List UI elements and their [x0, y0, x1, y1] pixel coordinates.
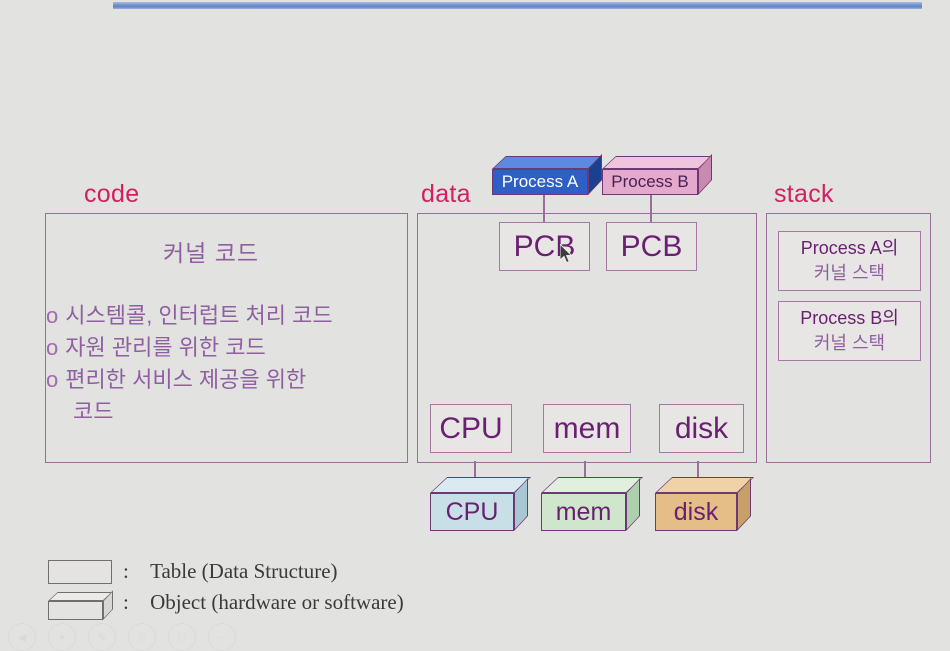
- pcb-box-a[interactable]: PCB: [499, 222, 590, 271]
- caption-stack: stack: [774, 180, 834, 208]
- bullet-text: 자원 관리를 위한 코드: [65, 335, 266, 360]
- bullet-marker: o: [46, 367, 59, 392]
- connector-process-a-pcb: [543, 195, 545, 222]
- bullet-text: 편리한 서비스 제공을 위한: [65, 367, 307, 392]
- cpu-object[interactable]: CPU: [430, 477, 532, 531]
- disk-object[interactable]: disk: [655, 477, 755, 531]
- connector-process-b-pcb: [650, 195, 652, 222]
- stack-item-line2: 커널 스택: [813, 333, 886, 353]
- bullet-marker: o: [46, 335, 59, 360]
- bullet-item: o 자원 관리를 위한 코드: [46, 332, 406, 364]
- bullet-text: 시스템콜, 인터럽트 처리 코드: [65, 303, 333, 328]
- caption-code: code: [84, 180, 140, 208]
- process-b-object[interactable]: Process B: [602, 153, 712, 195]
- legend-3d-front-face: [48, 601, 103, 620]
- more-icon[interactable]: ⋯: [208, 623, 236, 651]
- process-b-label: Process B: [602, 169, 698, 195]
- kernel-code-title: 커널 코드: [163, 240, 260, 266]
- stack-item-line1: Process B의: [800, 308, 899, 328]
- legend-label: Object (hardware or software): [150, 590, 404, 614]
- caption-data: data: [421, 180, 471, 208]
- legend-row-table: : Table (Data Structure): [123, 559, 338, 584]
- bullet-text-continued: 코드: [73, 399, 114, 424]
- bullet-marker: o: [46, 303, 59, 328]
- pen-icon[interactable]: ✎: [88, 623, 116, 651]
- disk-table[interactable]: disk: [659, 404, 744, 453]
- bullet-item: o 편리한 서비스 제공을 위한: [46, 364, 406, 396]
- bullet-item: o 시스템콜, 인터럽트 처리 코드: [46, 300, 406, 332]
- stack-item-process-b[interactable]: Process B의 커널 스택: [778, 301, 921, 361]
- legend-separator: :: [123, 590, 129, 614]
- cpu-table[interactable]: CPU: [430, 404, 512, 453]
- disk-object-label: disk: [655, 493, 737, 531]
- back-icon[interactable]: ◀: [8, 623, 36, 651]
- process-b-top-face: [602, 156, 712, 169]
- stack-item-process-a[interactable]: Process A의 커널 스택: [778, 231, 921, 291]
- legend-flat-shape-icon: [48, 560, 112, 584]
- mem-table[interactable]: mem: [543, 404, 631, 453]
- ghost-toolbar[interactable]: ◀ ✦ ✎ ☉ ⚇ ⋯: [0, 623, 950, 651]
- legend-row-object: : Object (hardware or software): [123, 590, 404, 615]
- legend-3d-shape-icon: [48, 590, 113, 620]
- process-a-object[interactable]: Process A: [492, 153, 602, 195]
- cpu-object-label: CPU: [430, 493, 514, 531]
- title-rule: [113, 2, 922, 9]
- highlight-icon[interactable]: ☉: [128, 623, 156, 651]
- process-a-top-face: [492, 156, 602, 169]
- stack-item-line1: Process A의: [800, 238, 899, 258]
- process-a-label: Process A: [492, 169, 588, 195]
- legend-label: Table (Data Structure): [150, 559, 338, 583]
- legend-separator: :: [123, 559, 129, 583]
- pcb-box-b[interactable]: PCB: [606, 222, 697, 271]
- pointer-icon[interactable]: ✦: [48, 623, 76, 651]
- kernel-code-bullets: o 시스템콜, 인터럽트 처리 코드 o 자원 관리를 위한 코드 o 편리한 서비스…: [46, 300, 406, 428]
- mouse-pointer-icon: [560, 244, 573, 264]
- mem-object-label: mem: [541, 493, 626, 531]
- stack-item-line2: 커널 스택: [813, 263, 886, 283]
- stamp-icon[interactable]: ⚇: [168, 623, 196, 651]
- slide-canvas: code data stack 커널 코드 o 시스템콜, 인터럽트 처리 코드 …: [0, 0, 950, 651]
- mem-object[interactable]: mem: [541, 477, 644, 531]
